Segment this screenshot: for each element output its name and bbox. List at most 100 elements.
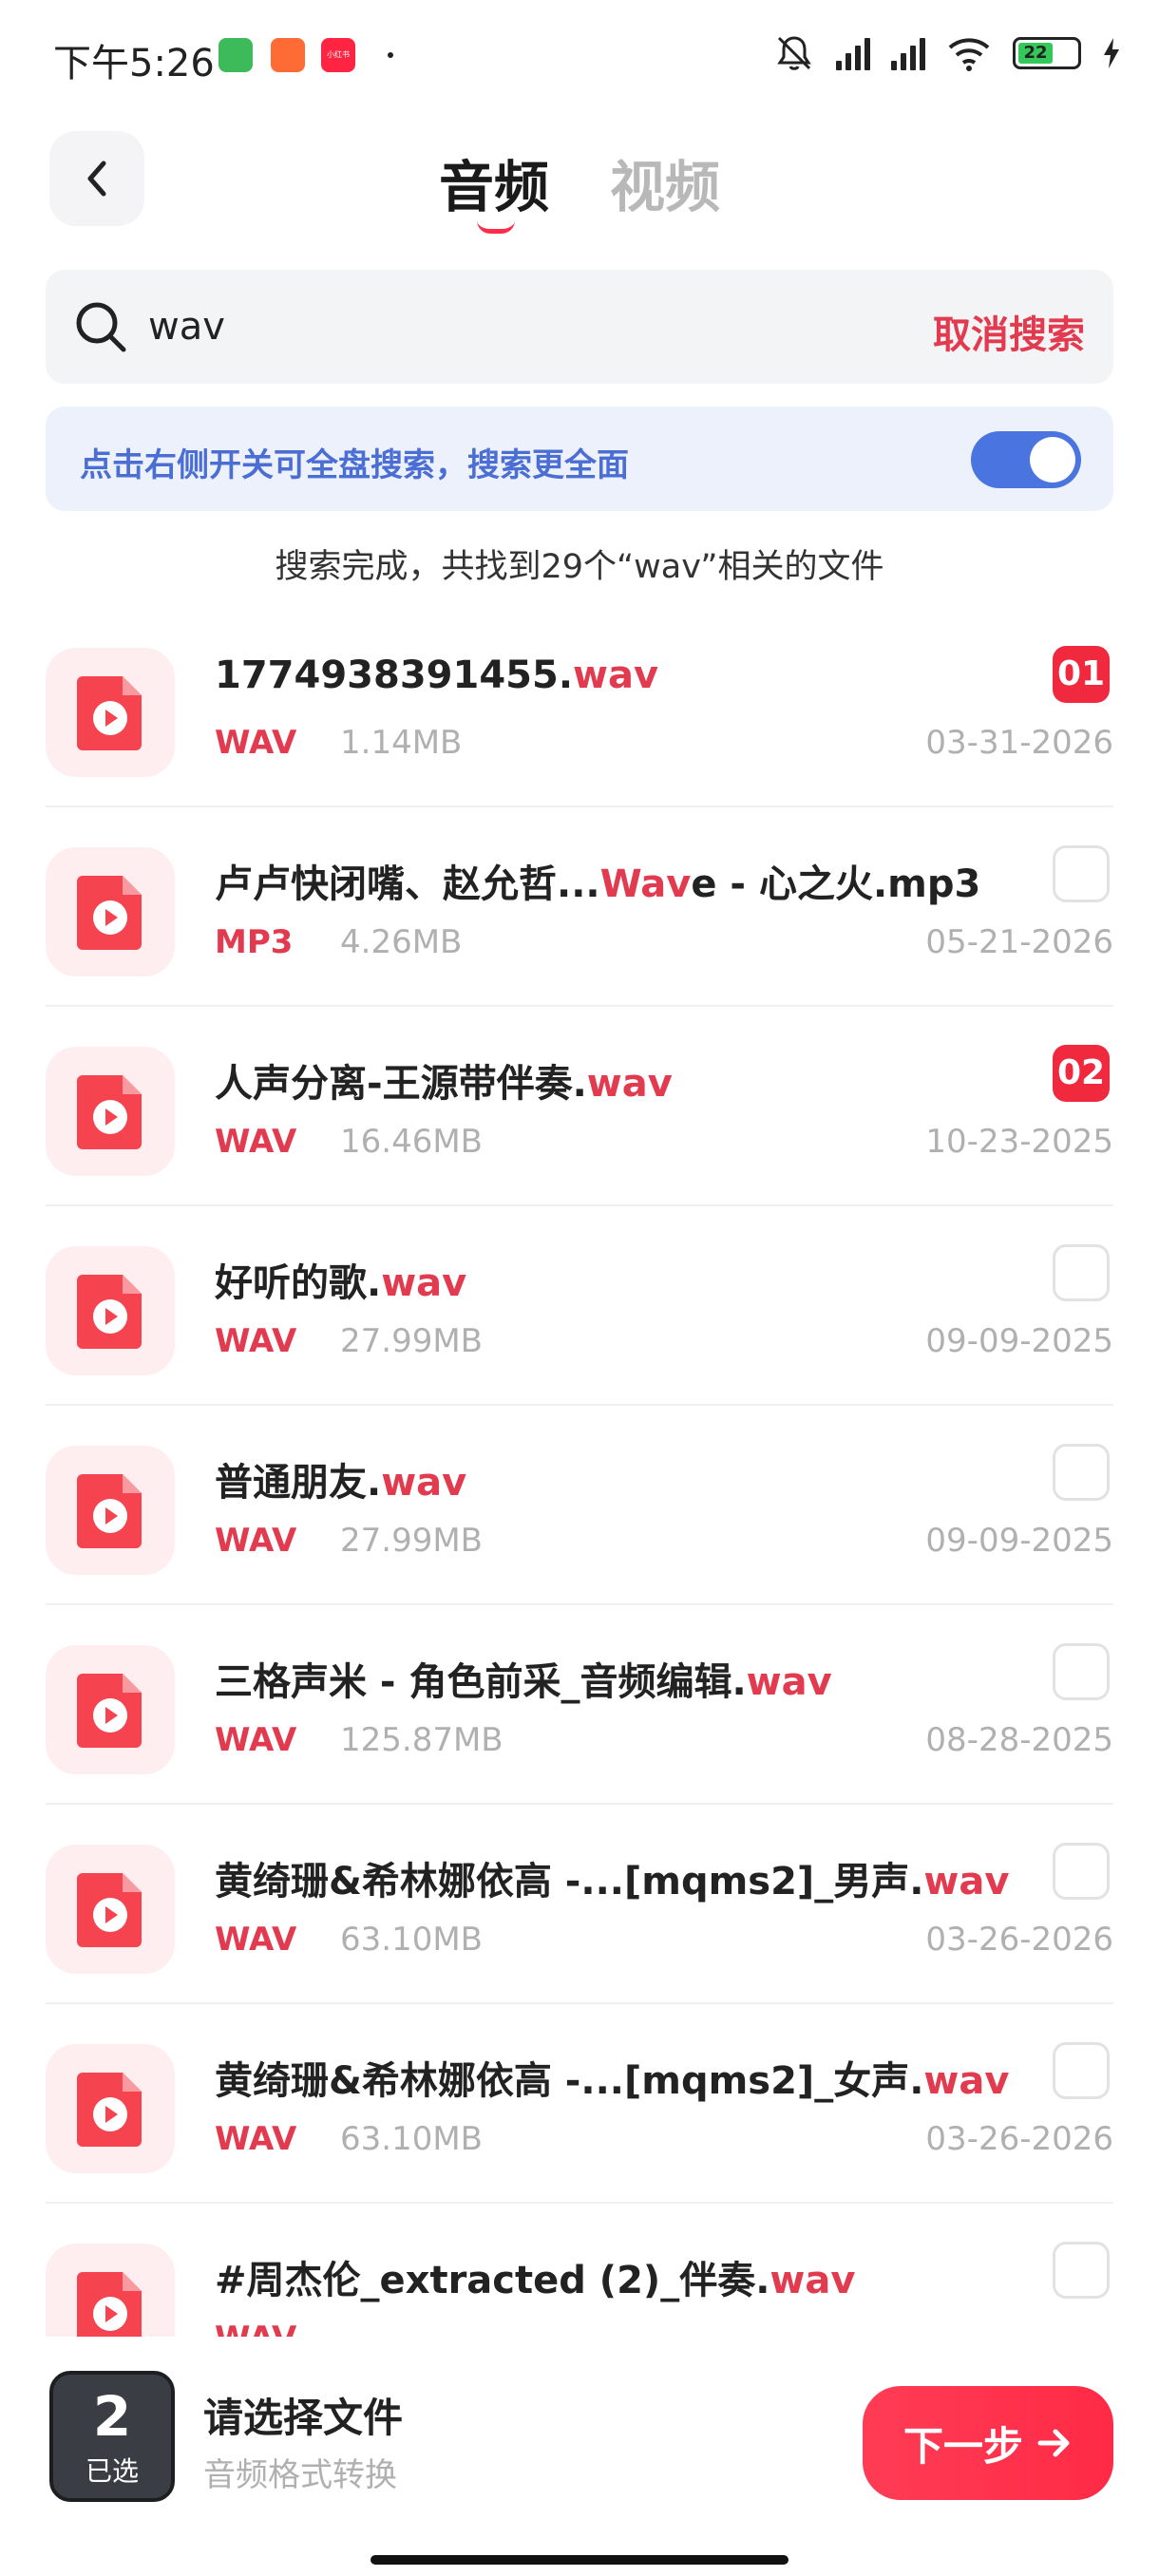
cancel-search-button[interactable]: 取消搜索 (933, 304, 1085, 359)
status-bar: 下午5:26 小红书 22 (0, 0, 1159, 114)
full-disk-search-toggle[interactable] (971, 431, 1081, 488)
file-size: 125.87MB (340, 1721, 504, 1759)
file-date: 10-23-2025 (925, 1123, 1113, 1161)
tab-audio[interactable]: 音频 (439, 142, 549, 222)
file-name: 普通朋友.wav (215, 1461, 467, 1505)
play-file-icon (77, 676, 142, 750)
audio-file-icon (46, 1047, 175, 1176)
file-row[interactable]: 人声分离-王源带伴奏.wav WAV 16.46MB 10-23-2025 02 (46, 1007, 1113, 1206)
wechat-notification-icon (218, 38, 253, 72)
file-checkbox[interactable]: 02 (1053, 1045, 1110, 1102)
file-date: 09-09-2025 (925, 1322, 1113, 1360)
next-step-label: 下一步 (902, 2422, 1023, 2470)
file-name: 1774938391455.wav (215, 653, 659, 697)
bottom-bar: 2 已选 请选择文件 音频格式转换 下一步 (0, 2337, 1159, 2576)
file-list[interactable]: 1774938391455.wav WAV 1.14MB 03-31-2026 … (46, 608, 1113, 2337)
play-file-icon (77, 1075, 142, 1149)
play-file-icon (77, 1873, 142, 1947)
file-size: 27.99MB (340, 1322, 483, 1360)
file-row[interactable]: 黄绮珊&希林娜依高 -...[mqms2]_男声.wav WAV 63.10MB… (46, 1805, 1113, 2004)
search-input[interactable] (148, 294, 813, 359)
play-file-icon (77, 2272, 142, 2337)
home-indicator[interactable] (370, 2555, 788, 2565)
banner-text: 点击右侧开关可全盘搜索，搜索更全面 (80, 446, 629, 484)
file-row[interactable]: #周杰伦_extracted (2)_伴奏.wav WAV (46, 2204, 1113, 2337)
file-type: WAV (215, 1322, 297, 1360)
select-title: 请选择文件 (203, 2395, 404, 2441)
file-date: 03-26-2026 (925, 1921, 1113, 1959)
tab-video[interactable]: 视频 (610, 142, 720, 222)
file-name: 黄绮珊&希林娜依高 -...[mqms2]_男声.wav (215, 1860, 1010, 1904)
charging-icon (1104, 38, 1119, 68)
file-date: 08-28-2025 (925, 1721, 1113, 1759)
back-button[interactable] (49, 131, 144, 226)
status-time: 下午5:26 (53, 42, 215, 85)
file-row[interactable]: 好听的歌.wav WAV 27.99MB 09-09-2025 (46, 1206, 1113, 1406)
selected-count-badge[interactable]: 2 已选 (49, 2371, 175, 2502)
play-file-icon (77, 1474, 142, 1548)
status-icons: 22 (773, 32, 1121, 74)
file-checkbox[interactable] (1053, 1244, 1110, 1301)
active-tab-indicator (477, 220, 515, 234)
signal-2-icon (891, 36, 925, 70)
file-size: 63.10MB (340, 2120, 483, 2158)
play-file-icon (77, 1275, 142, 1349)
wifi-icon (948, 38, 990, 71)
audio-file-icon (46, 1845, 175, 1974)
file-row[interactable]: 三格声米 - 角色前采_音频编辑.wav WAV 125.87MB 08-28-… (46, 1605, 1113, 1805)
result-summary: 搜索完成，共找到29个“wav”相关的文件 (275, 548, 884, 586)
audio-file-icon (46, 648, 175, 777)
next-step-button[interactable]: 下一步 (863, 2386, 1113, 2500)
file-type: MP3 (215, 923, 294, 961)
file-checkbox[interactable] (1053, 845, 1110, 902)
file-row[interactable]: 普通朋友.wav WAV 27.99MB 09-09-2025 (46, 1406, 1113, 1605)
file-checkbox[interactable] (1053, 2042, 1110, 2099)
file-size: 63.10MB (340, 1921, 483, 1959)
signal-1-icon (836, 36, 870, 70)
app-notification-icon (271, 38, 305, 72)
audio-file-icon (46, 847, 175, 976)
file-checkbox[interactable] (1053, 2242, 1110, 2299)
file-type: WAV (215, 2320, 296, 2337)
file-checkbox[interactable]: 01 (1053, 646, 1110, 703)
file-type: WAV (215, 1123, 297, 1161)
file-type: WAV (215, 1522, 297, 1560)
file-name: 黄绮珊&希林娜依高 -...[mqms2]_女声.wav (215, 2059, 1010, 2103)
file-name: 卢卢快闭嘴、赵允哲...Wave - 心之火.mp3 (215, 862, 981, 906)
audio-file-icon (46, 1246, 175, 1375)
file-checkbox[interactable] (1053, 1843, 1110, 1900)
search-icon (76, 302, 126, 352)
audio-file-icon (46, 1645, 175, 1774)
file-row[interactable]: 卢卢快闭嘴、赵允哲...Wave - 心之火.mp3 MP3 4.26MB 05… (46, 807, 1113, 1007)
more-notifications-dot (388, 52, 393, 58)
play-file-icon (77, 876, 142, 950)
play-file-icon (77, 1674, 142, 1748)
file-size: 27.99MB (340, 1522, 483, 1560)
file-name: 好听的歌.wav (215, 1261, 467, 1305)
file-name: 人声分离-王源带伴奏.wav (215, 1062, 673, 1106)
file-date: 03-31-2026 (925, 724, 1113, 762)
arrow-right-icon (1037, 2429, 1070, 2457)
full-disk-search-banner: 点击右侧开关可全盘搜索，搜索更全面 (46, 407, 1113, 511)
file-row[interactable]: 黄绮珊&希林娜依高 -...[mqms2]_女声.wav WAV 63.10MB… (46, 2004, 1113, 2204)
mute-bell-icon (777, 36, 811, 70)
file-checkbox[interactable] (1053, 1643, 1110, 1700)
selected-count-label: 已选 (85, 2455, 139, 2487)
file-date: 05-21-2026 (925, 923, 1113, 961)
audio-file-icon (46, 2244, 175, 2337)
file-type: WAV (215, 1921, 297, 1959)
xiaohongshu-notification-icon: 小红书 (321, 38, 355, 72)
file-type: WAV (215, 1721, 297, 1759)
file-size: 16.46MB (340, 1123, 483, 1161)
file-type: WAV (215, 724, 297, 762)
toggle-knob (1030, 437, 1075, 483)
audio-file-icon (46, 1446, 175, 1575)
file-checkbox[interactable] (1053, 1444, 1110, 1501)
file-row[interactable]: 1774938391455.wav WAV 1.14MB 03-31-2026 … (46, 608, 1113, 807)
battery-icon: 22 (1013, 37, 1081, 69)
select-subtitle: 音频格式转换 (203, 2456, 397, 2494)
file-type: WAV (215, 2120, 297, 2158)
file-name: 三格声米 - 角色前采_音频编辑.wav (215, 1660, 832, 1704)
chevron-left-icon (87, 161, 106, 197)
search-box: 取消搜索 (46, 270, 1113, 384)
